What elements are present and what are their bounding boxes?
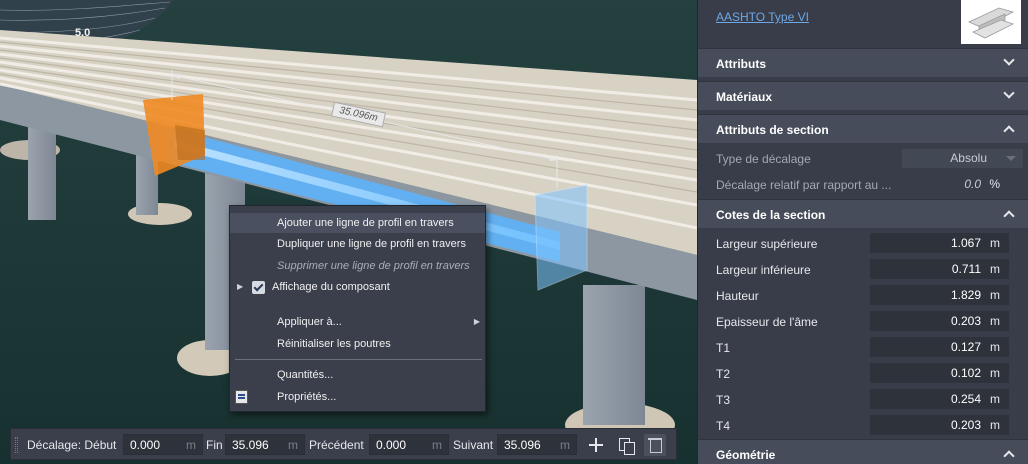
t3-input[interactable]: 0.254 m: [870, 389, 1009, 409]
checkbox-checked-icon[interactable]: [252, 281, 265, 294]
context-menu: Ajouter une ligne de profil en travers D…: [229, 205, 486, 412]
submenu-arrow-icon: ▶: [473, 317, 480, 326]
menu-item-apply-to[interactable]: Appliquer à... ▶: [230, 312, 485, 332]
row-offset-type: Type de décalage Absolu: [698, 145, 1028, 171]
section-header-materiaux[interactable]: Matériaux: [698, 81, 1028, 110]
offset-end-input[interactable]: 35.096 m: [225, 434, 305, 455]
chevron-down-icon: [1003, 87, 1015, 99]
section-header-geometrie[interactable]: Géométrie: [698, 439, 1028, 464]
menu-item-duplicate-profile-line[interactable]: Dupliquer une ligne de profil en travers: [230, 234, 485, 254]
chevron-down-icon: [1003, 54, 1015, 66]
chevron-down-icon: [1006, 156, 1016, 161]
t2-input[interactable]: 0.102 m: [870, 363, 1009, 383]
pier-column: [583, 285, 645, 425]
offset-start-input[interactable]: 0.000 m: [123, 434, 203, 455]
menu-item-quantities[interactable]: Quantités...: [230, 365, 485, 385]
bottom-width-input[interactable]: 0.711 m: [870, 259, 1009, 279]
offset-type-select[interactable]: Absolu: [902, 149, 1023, 168]
offset-next-input[interactable]: 35.096 m: [497, 434, 577, 455]
section-header-attributs[interactable]: Attributs: [698, 48, 1028, 77]
delete-icon[interactable]: [644, 434, 666, 456]
row-t4: T4 0.203 m: [698, 412, 1028, 438]
chevron-up-icon: [1003, 450, 1015, 462]
menu-separator: [235, 359, 482, 360]
toolbar-grip-handle[interactable]: [15, 437, 18, 453]
offset-previous-input[interactable]: 0.000 m: [369, 434, 449, 455]
chevron-up-icon: [1003, 210, 1015, 222]
row-t3: T3 0.254 m: [698, 386, 1028, 412]
height-input[interactable]: 1.829 m: [870, 285, 1009, 305]
row-bottom-width: Largeur inférieure 0.711 m: [698, 256, 1028, 282]
girder-preview-icon: [968, 7, 1015, 39]
offset-previous-label: Précédent: [309, 438, 364, 452]
web-thickness-input[interactable]: 0.203 m: [870, 311, 1009, 331]
menu-item-add-profile-line[interactable]: Ajouter une ligne de profil en travers: [230, 213, 485, 233]
section-header-cotes[interactable]: Cotes de la section: [698, 199, 1028, 228]
properties-panel: AASHTO Type VI Attributs Matériaux Attri…: [697, 0, 1028, 464]
component-header: AASHTO Type VI: [698, 0, 1028, 48]
row-relative-offset: Décalage relatif par rapport au ... 0.0 …: [698, 171, 1028, 197]
offset-end-label: Fin: [206, 438, 223, 452]
t4-input[interactable]: 0.203 m: [870, 415, 1009, 435]
offset-toolbar: Décalage: Début 0.000 m Fin 35.096 m Pré…: [10, 428, 677, 460]
t1-input[interactable]: 0.127 m: [870, 337, 1009, 357]
scale-label: 5.0: [75, 27, 91, 39]
offset-start-label: Décalage: Début: [27, 438, 117, 452]
menu-item-reset-girders[interactable]: Réinitialiser les poutres: [230, 334, 485, 354]
offset-next-label: Suivant: [453, 438, 494, 452]
row-web-thickness: Epaisseur de l'âme 0.203 m: [698, 308, 1028, 334]
menu-item-properties[interactable]: Propriétés...: [230, 387, 485, 407]
copy-icon[interactable]: [615, 434, 637, 456]
component-type-link[interactable]: AASHTO Type VI: [716, 10, 809, 24]
row-top-width: Largeur supérieure 1.067 m: [698, 230, 1028, 256]
expand-arrow-icon: ▶: [237, 282, 244, 291]
chevron-up-icon: [1003, 125, 1015, 137]
menu-item-delete-profile-line: Supprimer une ligne de profil en travers: [277, 260, 470, 272]
row-t2: T2 0.102 m: [698, 360, 1028, 386]
relative-offset-field[interactable]: 0.0 %: [870, 174, 1009, 194]
row-height: Hauteur 1.829 m: [698, 282, 1028, 308]
add-icon[interactable]: [585, 434, 607, 456]
menu-item-component-display[interactable]: ▶ Affichage du composant: [230, 277, 485, 297]
girder-thumbnail: [961, 0, 1021, 44]
properties-icon: [235, 390, 248, 404]
row-t1: T1 0.127 m: [698, 334, 1028, 360]
top-width-input[interactable]: 1.067 m: [870, 233, 1009, 253]
section-header-attributs-section[interactable]: Attributs de section: [698, 114, 1028, 143]
